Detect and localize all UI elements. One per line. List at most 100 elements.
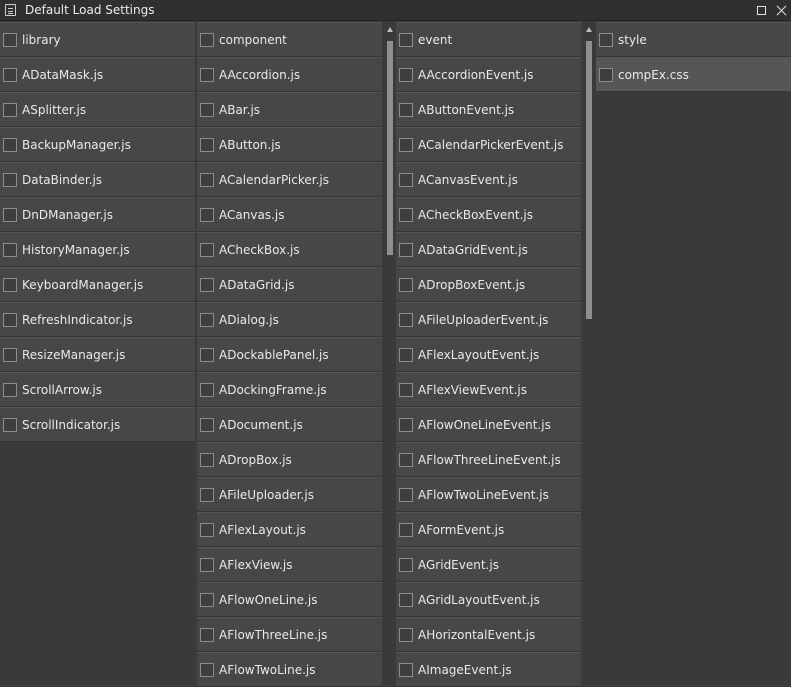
- scroll-thumb[interactable]: [586, 41, 592, 319]
- file-row[interactable]: ADropBoxEvent.js: [396, 267, 581, 302]
- event-scrollbar[interactable]: [583, 22, 595, 687]
- checkbox[interactable]: [200, 312, 214, 327]
- checkbox[interactable]: [200, 32, 214, 47]
- checkbox[interactable]: [399, 382, 413, 397]
- file-row[interactable]: DnDManager.js: [0, 197, 195, 232]
- checkbox[interactable]: [399, 452, 413, 467]
- file-row[interactable]: ADockablePanel.js: [197, 337, 382, 372]
- checkbox[interactable]: [399, 312, 413, 327]
- file-row[interactable]: ADataMask.js: [0, 57, 195, 92]
- checkbox[interactable]: [399, 172, 413, 187]
- file-row[interactable]: AFileUploader.js: [197, 477, 382, 512]
- checkbox[interactable]: [3, 137, 17, 152]
- file-row[interactable]: KeyboardManager.js: [0, 267, 195, 302]
- checkbox[interactable]: [3, 32, 17, 47]
- file-row[interactable]: AFormEvent.js: [396, 512, 581, 547]
- checkbox[interactable]: [3, 417, 17, 432]
- file-row[interactable]: AFlowOneLineEvent.js: [396, 407, 581, 442]
- file-row[interactable]: ADataGridEvent.js: [396, 232, 581, 267]
- checkbox[interactable]: [200, 452, 214, 467]
- file-row[interactable]: AFlowTwoLine.js: [197, 652, 382, 687]
- checkbox[interactable]: [200, 487, 214, 502]
- checkbox[interactable]: [3, 242, 17, 257]
- checkbox[interactable]: [399, 487, 413, 502]
- file-row[interactable]: AAccordionEvent.js: [396, 57, 581, 92]
- checkbox[interactable]: [200, 557, 214, 572]
- checkbox[interactable]: [200, 172, 214, 187]
- file-row[interactable]: ScrollArrow.js: [0, 372, 195, 407]
- file-row[interactable]: ABar.js: [197, 92, 382, 127]
- file-row[interactable]: AFlexLayoutEvent.js: [396, 337, 581, 372]
- checkbox[interactable]: [399, 522, 413, 537]
- scroll-up-icon[interactable]: [387, 27, 393, 32]
- checkbox[interactable]: [399, 347, 413, 362]
- file-row[interactable]: ADataGrid.js: [197, 267, 382, 302]
- file-row[interactable]: ScrollIndicator.js: [0, 407, 195, 442]
- checkbox[interactable]: [200, 277, 214, 292]
- file-row[interactable]: AFlexLayout.js: [197, 512, 382, 547]
- file-row[interactable]: AAccordion.js: [197, 57, 382, 92]
- checkbox[interactable]: [399, 102, 413, 117]
- checkbox[interactable]: [399, 207, 413, 222]
- file-row[interactable]: AButton.js: [197, 127, 382, 162]
- checkbox[interactable]: [399, 137, 413, 152]
- checkbox[interactable]: [200, 627, 214, 642]
- file-row[interactable]: ADialog.js: [197, 302, 382, 337]
- checkbox[interactable]: [3, 67, 17, 82]
- checkbox[interactable]: [200, 102, 214, 117]
- file-row[interactable]: ACalendarPicker.js: [197, 162, 382, 197]
- file-row[interactable]: AFileUploaderEvent.js: [396, 302, 581, 337]
- column-header-row[interactable]: component: [197, 22, 382, 57]
- checkbox[interactable]: [3, 277, 17, 292]
- file-row[interactable]: AFlowThreeLineEvent.js: [396, 442, 581, 477]
- file-row[interactable]: BackupManager.js: [0, 127, 195, 162]
- file-row[interactable]: RefreshIndicator.js: [0, 302, 195, 337]
- checkbox[interactable]: [200, 242, 214, 257]
- checkbox[interactable]: [399, 242, 413, 257]
- checkbox[interactable]: [399, 662, 413, 677]
- checkbox[interactable]: [200, 662, 214, 677]
- checkbox[interactable]: [399, 627, 413, 642]
- checkbox[interactable]: [200, 207, 214, 222]
- checkbox[interactable]: [200, 592, 214, 607]
- checkbox[interactable]: [399, 67, 413, 82]
- column-header-row[interactable]: style: [596, 22, 791, 57]
- checkbox[interactable]: [599, 67, 613, 82]
- file-row[interactable]: HistoryManager.js: [0, 232, 195, 267]
- maximize-icon[interactable]: [757, 6, 766, 15]
- checkbox[interactable]: [399, 592, 413, 607]
- file-row[interactable]: ACheckBox.js: [197, 232, 382, 267]
- file-row[interactable]: AImageEvent.js: [396, 652, 581, 687]
- checkbox[interactable]: [399, 277, 413, 292]
- file-row[interactable]: AHorizontalEvent.js: [396, 617, 581, 652]
- column-header-row[interactable]: library: [0, 22, 195, 57]
- checkbox[interactable]: [3, 172, 17, 187]
- checkbox[interactable]: [399, 557, 413, 572]
- file-row[interactable]: ACheckBoxEvent.js: [396, 197, 581, 232]
- checkbox[interactable]: [3, 382, 17, 397]
- column-header-row[interactable]: event: [396, 22, 581, 57]
- file-row[interactable]: AGridEvent.js: [396, 547, 581, 582]
- file-row[interactable]: ADropBox.js: [197, 442, 382, 477]
- file-row[interactable]: AFlowTwoLineEvent.js: [396, 477, 581, 512]
- checkbox[interactable]: [3, 347, 17, 362]
- file-row[interactable]: ADockingFrame.js: [197, 372, 382, 407]
- close-icon[interactable]: [776, 5, 787, 16]
- scroll-up-icon[interactable]: [586, 27, 592, 32]
- file-row[interactable]: ADocument.js: [197, 407, 382, 442]
- checkbox[interactable]: [3, 312, 17, 327]
- checkbox[interactable]: [3, 102, 17, 117]
- component-scrollbar[interactable]: [384, 22, 396, 687]
- file-row[interactable]: AFlowOneLine.js: [197, 582, 382, 617]
- scroll-thumb[interactable]: [387, 41, 393, 255]
- file-row[interactable]: ACanvas.js: [197, 197, 382, 232]
- checkbox[interactable]: [200, 137, 214, 152]
- checkbox[interactable]: [200, 382, 214, 397]
- file-row[interactable]: ASplitter.js: [0, 92, 195, 127]
- file-row[interactable]: DataBinder.js: [0, 162, 195, 197]
- checkbox[interactable]: [200, 347, 214, 362]
- file-row[interactable]: AFlexView.js: [197, 547, 382, 582]
- file-row[interactable]: ACalendarPickerEvent.js: [396, 127, 581, 162]
- checkbox[interactable]: [200, 67, 214, 82]
- checkbox[interactable]: [399, 417, 413, 432]
